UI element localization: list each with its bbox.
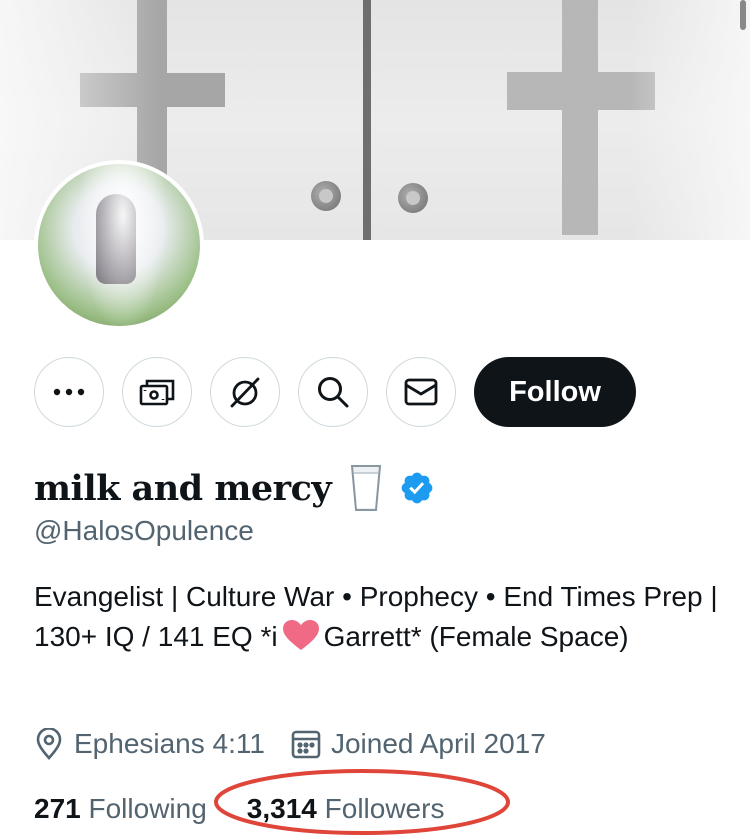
banner-cross-right xyxy=(562,0,598,235)
more-button[interactable] xyxy=(34,357,104,427)
message-button[interactable] xyxy=(386,357,456,427)
milk-glass-emoji-icon xyxy=(351,465,382,511)
scrollbar[interactable] xyxy=(740,0,746,30)
location-text: Ephesians 4:11 xyxy=(74,728,265,759)
followers-count: 3,314 xyxy=(246,793,317,824)
profile-handle: @HalosOpulence xyxy=(34,515,254,546)
profile-name-row: milk and mercy xyxy=(34,458,435,518)
pink-heart-emoji-icon xyxy=(282,620,319,650)
joined-item: Joined April 2017 xyxy=(291,728,546,760)
calendar-icon xyxy=(291,730,321,759)
bio-text-part2: Garrett* (Female Space) xyxy=(323,621,629,652)
money-icon xyxy=(139,379,175,406)
search-icon xyxy=(318,377,349,408)
profile-stats: 271 Following 3,314 Followers xyxy=(34,788,444,830)
avatar-glow xyxy=(78,164,168,326)
verified-badge-icon xyxy=(401,472,433,504)
grok-button[interactable] xyxy=(210,357,280,427)
grok-icon xyxy=(230,377,260,408)
profile-meta: Ephesians 4:11 Joined April 2017 xyxy=(34,724,546,764)
following-link[interactable]: 271 Following xyxy=(34,793,207,825)
profile-bio: Evangelist | Culture War • Prophecy • En… xyxy=(34,577,724,657)
follow-button[interactable]: Follow xyxy=(474,357,636,427)
subscribe-button[interactable] xyxy=(122,357,192,427)
location-pin-icon xyxy=(36,728,62,760)
banner-fade-right xyxy=(630,0,750,240)
location-item: Ephesians 4:11 xyxy=(34,728,265,760)
banner-door-gap xyxy=(363,0,371,240)
following-label: Following xyxy=(88,793,207,824)
envelope-icon xyxy=(404,378,438,406)
more-dots-icon xyxy=(53,388,85,396)
joined-text: Joined April 2017 xyxy=(330,728,546,759)
followers-link[interactable]: 3,314 Followers xyxy=(247,793,445,825)
search-button[interactable] xyxy=(298,357,368,427)
banner-door-knob-left xyxy=(311,181,341,211)
following-count: 271 xyxy=(34,793,81,824)
display-name: milk and mercy xyxy=(34,467,332,509)
avatar[interactable] xyxy=(34,160,204,330)
banner-door-knob-right xyxy=(398,183,428,213)
followers-label: Followers xyxy=(324,793,445,824)
